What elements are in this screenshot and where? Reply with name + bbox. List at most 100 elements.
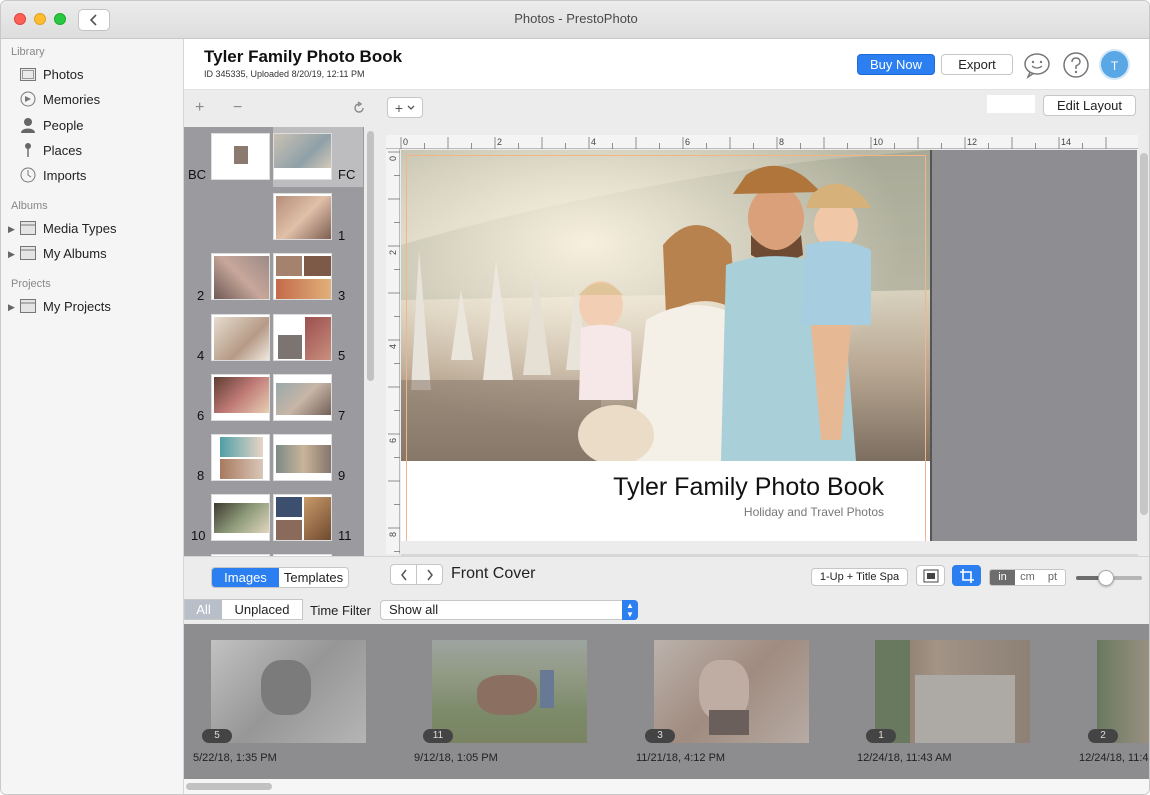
photo-date: 12/24/18, 11:43 AM [857,752,952,764]
page-number: 2 [197,288,205,303]
gallery-item[interactable]: 1 12/24/18, 11:43 AM [857,640,1030,764]
page-thumbnail[interactable] [273,494,332,541]
cover-page-canvas[interactable]: Tyler Family Photo Book Holiday and Trav… [401,150,931,541]
page-thumbnail[interactable] [211,494,270,541]
cover-photo[interactable] [401,150,931,461]
canvas-scrollbar[interactable] [1140,153,1148,515]
zoom-slider-knob[interactable] [1098,570,1114,586]
chevron-right-icon [426,569,433,580]
page-thumbnail[interactable] [273,253,332,300]
gallery-scroll-thumb[interactable] [186,783,272,790]
filter-unplaced[interactable]: Unplaced [222,600,302,619]
sidebar-item-people[interactable]: People [19,114,83,136]
disclosure-triangle-icon[interactable]: ▶ [8,249,15,260]
ruler-label: 4 [591,137,596,147]
gallery-scrollbar[interactable] [184,779,1149,794]
sidebar-item-media-types[interactable]: Media Types [19,217,116,239]
tab-templates[interactable]: Templates [279,568,348,587]
crop-icon [959,568,974,583]
gallery-item[interactable]: 2 12/24/18, 11:43 AM [1079,640,1149,764]
folder-icon [19,245,37,261]
crop-button[interactable] [952,565,981,586]
page-thumbnail[interactable] [273,374,332,421]
back-cover-canvas[interactable] [932,150,1137,541]
memories-icon [19,91,37,107]
time-filter-select[interactable]: Show all ▲ ▼ [380,600,638,620]
cover-subtitle-text[interactable]: Holiday and Travel Photos [744,505,884,519]
chevron-down-icon [407,105,415,110]
document-header: Tyler Family Photo Book ID 345335, Uploa… [184,39,1149,89]
gallery-photo [211,640,366,743]
refresh-icon[interactable] [352,101,366,115]
avatar[interactable]: T [1099,49,1130,80]
export-button[interactable]: Export [941,54,1013,75]
ruler-label: 6 [685,137,690,147]
unit-pt[interactable]: pt [1040,570,1065,585]
page-number: 11 [338,528,352,543]
fit-frame-button[interactable] [916,565,945,586]
folder-icon [19,298,37,314]
back-cover-thumbnail[interactable] [211,133,270,180]
page-thumbnail[interactable] [211,434,270,481]
page-number: 6 [197,408,205,423]
unit-cm[interactable]: cm [1015,570,1040,585]
sidebar-item-memories[interactable]: Memories [19,88,100,110]
buy-now-button[interactable]: Buy Now [857,54,935,75]
back-cover-label: BC [188,167,207,182]
previous-page-button[interactable] [390,564,417,585]
page-thumbnail[interactable] [211,374,270,421]
sidebar-item-label: My Projects [43,298,111,314]
layout-selector-button[interactable]: 1-Up + Title Spa [811,568,908,586]
library-section-label: Library [11,46,45,58]
page-thumbnail[interactable] [273,434,332,481]
sidebar-item-photos[interactable]: Photos [19,63,83,85]
add-page-button[interactable]: + [195,99,204,117]
ruler-label: 2 [388,250,398,255]
front-cover-thumbnail[interactable] [273,133,332,180]
sidebar-item-imports[interactable]: Imports [19,164,86,186]
sidebar-item-label: People [43,117,84,133]
next-page-button[interactable] [416,564,443,585]
page-thumbnails-panel: BC FC 1 2 3 4 5 6 7 8 9 10 11 [184,127,364,556]
thumbnails-scroll-thumb[interactable] [367,131,374,381]
page-thumbnail[interactable] [273,314,332,361]
gallery-photo [1097,640,1149,743]
ruler-label: 10 [873,137,883,147]
feedback-icon[interactable] [1023,51,1051,79]
gallery-item[interactable]: 3 11/21/18, 4:12 PM [636,640,809,764]
window-title: Photos - PrestoPhoto [514,11,638,26]
chevron-left-icon [400,569,407,580]
disclosure-triangle-icon[interactable]: ▶ [8,302,15,313]
sidebar-item-places[interactable]: Places [19,139,82,161]
page-thumbnail[interactable] [211,314,270,361]
unit-in[interactable]: in [990,570,1015,585]
gallery-item[interactable]: 5 5/22/18, 1:35 PM [193,640,366,764]
help-icon[interactable] [1062,51,1090,79]
filter-all[interactable]: All [185,600,222,619]
remove-page-button[interactable]: − [233,99,242,117]
photo-date: 12/24/18, 11:43 AM [1079,752,1149,764]
photo-count-badge: 11 [423,729,453,743]
page-number: 5 [338,348,346,363]
page-thumbnail[interactable] [273,193,332,240]
cover-title-text[interactable]: Tyler Family Photo Book [613,473,884,502]
sidebar-item-my-projects[interactable]: My Projects [19,295,111,317]
editor-toolbar: + − + Edit Layout [184,89,1149,127]
sidebar-item-label: Places [43,142,83,158]
page-thumbnail[interactable] [211,253,270,300]
disclosure-triangle-icon[interactable]: ▶ [8,224,15,235]
page-number: 10 [191,528,206,543]
gallery-item[interactable]: 11 9/12/18, 1:05 PM [414,640,587,764]
bottom-toolbar: Images Templates Front Cover 1-Up + Titl… [184,556,1149,596]
blank-field [987,95,1035,113]
ruler-label: 2 [497,137,502,147]
ruler-label: 8 [779,137,784,147]
time-filter-label: Time Filter [310,603,371,618]
ruler-label: 8 [388,532,398,537]
add-element-dropdown[interactable]: + [387,97,423,118]
sidebar-item-my-albums[interactable]: My Albums [19,242,107,264]
tab-images[interactable]: Images [212,568,279,587]
people-icon [19,117,37,133]
edit-layout-button[interactable]: Edit Layout [1043,95,1136,116]
margin-guide [406,155,407,541]
